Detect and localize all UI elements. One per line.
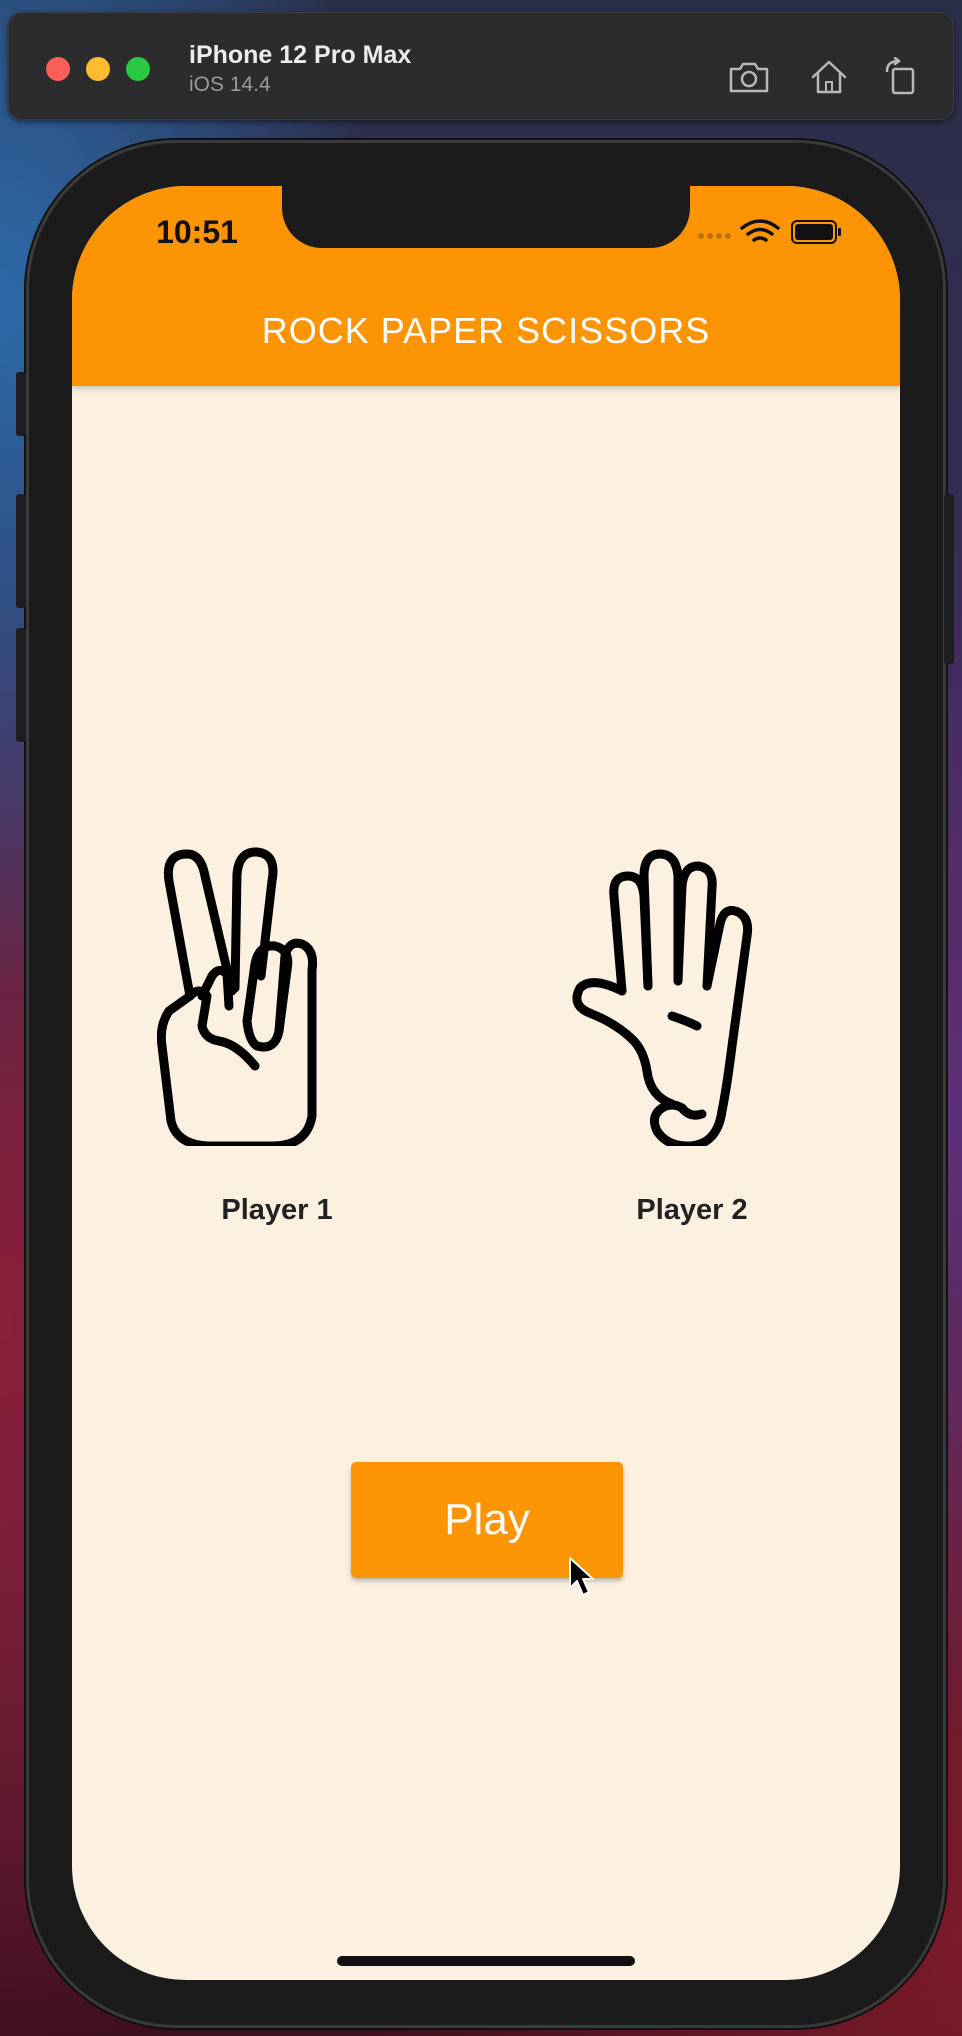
home-icon[interactable]	[807, 57, 851, 97]
scissors-hand-icon	[157, 847, 317, 1146]
paper-hand-icon	[572, 849, 753, 1146]
silent-switch	[16, 372, 26, 436]
zoom-window-button[interactable]	[126, 57, 150, 81]
power-button	[944, 494, 954, 664]
device-name: iPhone 12 Pro Max	[189, 41, 412, 69]
player-1-label: Player 1	[221, 1194, 333, 1226]
os-version: iOS 14.4	[189, 73, 271, 96]
minimize-window-button[interactable]	[86, 57, 110, 81]
volume-up-button	[16, 494, 26, 608]
rotate-icon[interactable]	[879, 57, 923, 97]
app-title: ROCK PAPER SCISSORS	[261, 310, 711, 351]
wifi-icon	[740, 219, 780, 242]
status-time: 10:51	[156, 214, 238, 250]
player-2-label: Player 2	[636, 1194, 748, 1226]
signal-dots-icon	[698, 233, 731, 239]
status-icons	[698, 219, 841, 244]
notch	[282, 186, 690, 248]
phone-screen: 10:51 ROCK PAPER SCISSORS Player 1 Playe…	[72, 186, 900, 1980]
volume-down-button	[16, 628, 26, 742]
home-indicator[interactable]	[337, 1956, 635, 1966]
battery-icon	[791, 220, 841, 244]
mouse-pointer-icon	[569, 1557, 594, 1596]
simulator-titlebar: iPhone 12 Pro Max iOS 14.4	[8, 12, 954, 120]
camera-icon[interactable]	[727, 57, 771, 97]
close-window-button[interactable]	[46, 57, 70, 81]
